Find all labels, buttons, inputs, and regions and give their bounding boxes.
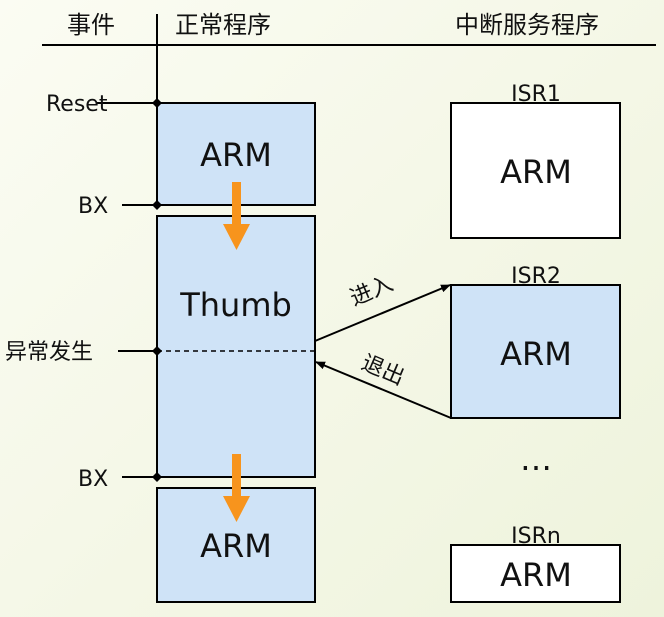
exit-label: 退出 (358, 351, 408, 391)
event-bx-1: BX (78, 194, 108, 219)
isrn-label: ISRn (511, 524, 561, 549)
normal-thumb-box (156, 215, 316, 478)
header-normal-program: 正常程序 (175, 11, 271, 39)
normal-arm-top-label: ARM (200, 136, 272, 174)
normal-thumb-label: Thumb (179, 286, 292, 324)
isr1-mode: ARM (500, 153, 572, 191)
event-reset: Reset (46, 92, 108, 117)
isr-ellipsis: … (520, 440, 552, 478)
isr2-mode: ARM (500, 335, 572, 373)
event-bx-2: BX (78, 467, 108, 492)
header-events: 事件 (67, 11, 115, 39)
header-isr: 中断服务程序 (455, 11, 599, 39)
normal-arm-bottom-label: ARM (200, 527, 272, 565)
mode-switch-diagram: 事件 正常程序 中断服务程序 ARM Thumb ARM Reset BX 异常… (5, 11, 656, 603)
enter-label: 进入 (347, 271, 397, 311)
isr2-label: ISR2 (511, 264, 561, 289)
event-exception: 异常发生 (5, 340, 93, 365)
isr1-label: ISR1 (511, 82, 561, 107)
isrn-mode: ARM (500, 556, 572, 594)
